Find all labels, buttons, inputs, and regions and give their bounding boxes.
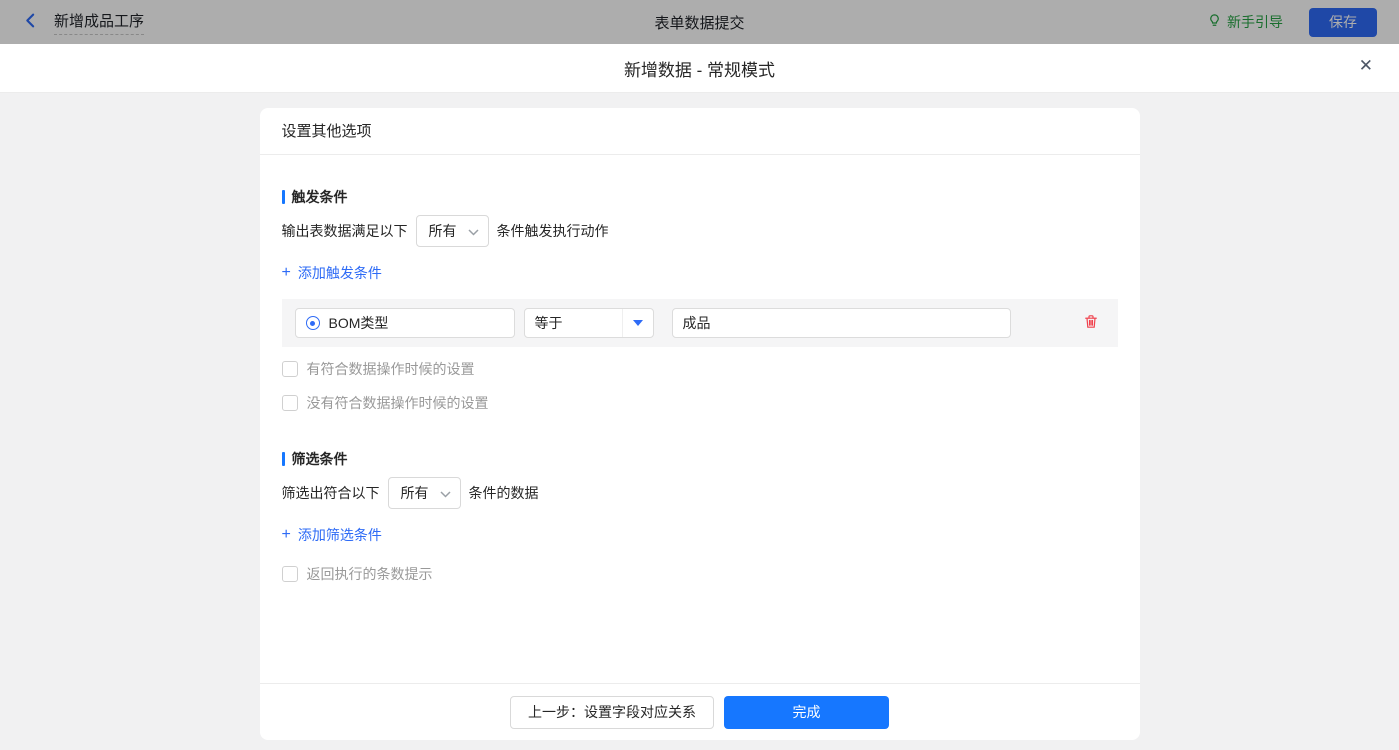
condition-operator-select[interactable]: 等于 xyxy=(524,308,654,338)
modal-title: 新增数据 - 常规模式 xyxy=(624,56,775,81)
triangle-down-icon xyxy=(633,320,643,326)
done-button[interactable]: 完成 xyxy=(724,696,889,729)
condition-field-value: BOM类型 xyxy=(329,313,389,333)
checkbox-row-count-hint: 返回执行的条数提示 xyxy=(282,564,1118,584)
filter-match-select[interactable]: 所有 xyxy=(388,477,461,509)
operator-caret-area xyxy=(622,309,653,337)
add-trigger-condition-label: 添加触发条件 xyxy=(298,263,382,283)
condition-operator-value: 等于 xyxy=(525,309,622,337)
count-hint-checkbox[interactable] xyxy=(282,566,298,582)
trigger-sentence: 输出表数据满足以下 所有 条件触发执行动作 xyxy=(282,215,1118,247)
filter-sentence-suffix: 条件的数据 xyxy=(469,483,539,503)
count-hint-label: 返回执行的条数提示 xyxy=(307,564,433,584)
options-panel: 设置其他选项 触发条件 输出表数据满足以下 所有 条件触发执行动作 xyxy=(260,108,1140,740)
delete-condition-button[interactable] xyxy=(1083,313,1099,333)
has-match-checkbox[interactable] xyxy=(282,361,298,377)
add-trigger-condition-link[interactable]: + 添加触发条件 xyxy=(282,263,382,283)
condition-field-select[interactable]: BOM类型 xyxy=(295,308,515,338)
plus-icon: + xyxy=(282,528,291,542)
filter-section-label: 筛选条件 xyxy=(292,449,348,469)
filter-match-value: 所有 xyxy=(401,483,429,503)
filter-sentence: 筛选出符合以下 所有 条件的数据 xyxy=(282,477,1118,509)
trigger-section-label: 触发条件 xyxy=(292,187,348,207)
section-title-filter: 筛选条件 xyxy=(282,449,1118,469)
trigger-condition-row: BOM类型 等于 xyxy=(282,299,1118,347)
checkbox-row-no-match: 没有符合数据操作时候的设置 xyxy=(282,393,1118,413)
modal-body: 设置其他选项 触发条件 输出表数据满足以下 所有 条件触发执行动作 xyxy=(0,93,1399,750)
no-match-checkbox[interactable] xyxy=(282,395,298,411)
radio-field-icon xyxy=(306,316,320,330)
section-accent-bar xyxy=(282,190,285,204)
panel-body: 触发条件 输出表数据满足以下 所有 条件触发执行动作 + 添加触发条件 xyxy=(260,155,1140,683)
condition-value-input[interactable] xyxy=(672,308,1011,338)
panel-footer: 上一步：设置字段对应关系 完成 xyxy=(260,683,1140,740)
modal-header: 新增数据 - 常规模式 ✕ xyxy=(0,44,1399,93)
previous-step-button[interactable]: 上一步：设置字段对应关系 xyxy=(510,696,714,729)
add-filter-condition-label: 添加筛选条件 xyxy=(298,525,382,545)
trigger-sentence-prefix: 输出表数据满足以下 xyxy=(282,221,408,241)
trigger-sentence-suffix: 条件触发执行动作 xyxy=(497,221,609,241)
chevron-down-icon xyxy=(440,485,451,501)
close-icon: ✕ xyxy=(1359,56,1373,75)
no-match-label: 没有符合数据操作时候的设置 xyxy=(307,393,489,413)
filter-sentence-prefix: 筛选出符合以下 xyxy=(282,483,380,503)
add-filter-condition-link[interactable]: + 添加筛选条件 xyxy=(282,525,382,545)
close-button[interactable]: ✕ xyxy=(1359,57,1373,74)
chevron-down-icon xyxy=(468,223,479,239)
plus-icon: + xyxy=(282,266,291,280)
add-data-modal: 新增数据 - 常规模式 ✕ 设置其他选项 触发条件 输出表数据满足以下 所有 xyxy=(0,44,1399,750)
section-title-trigger: 触发条件 xyxy=(282,187,1118,207)
panel-title: 设置其他选项 xyxy=(260,108,1140,155)
checkbox-row-has-match: 有符合数据操作时候的设置 xyxy=(282,359,1118,379)
modal-backdrop xyxy=(0,0,1399,44)
has-match-label: 有符合数据操作时候的设置 xyxy=(307,359,475,379)
trash-icon xyxy=(1083,313,1099,333)
trigger-match-value: 所有 xyxy=(429,221,457,241)
section-accent-bar xyxy=(282,452,285,466)
trigger-match-select[interactable]: 所有 xyxy=(416,215,489,247)
